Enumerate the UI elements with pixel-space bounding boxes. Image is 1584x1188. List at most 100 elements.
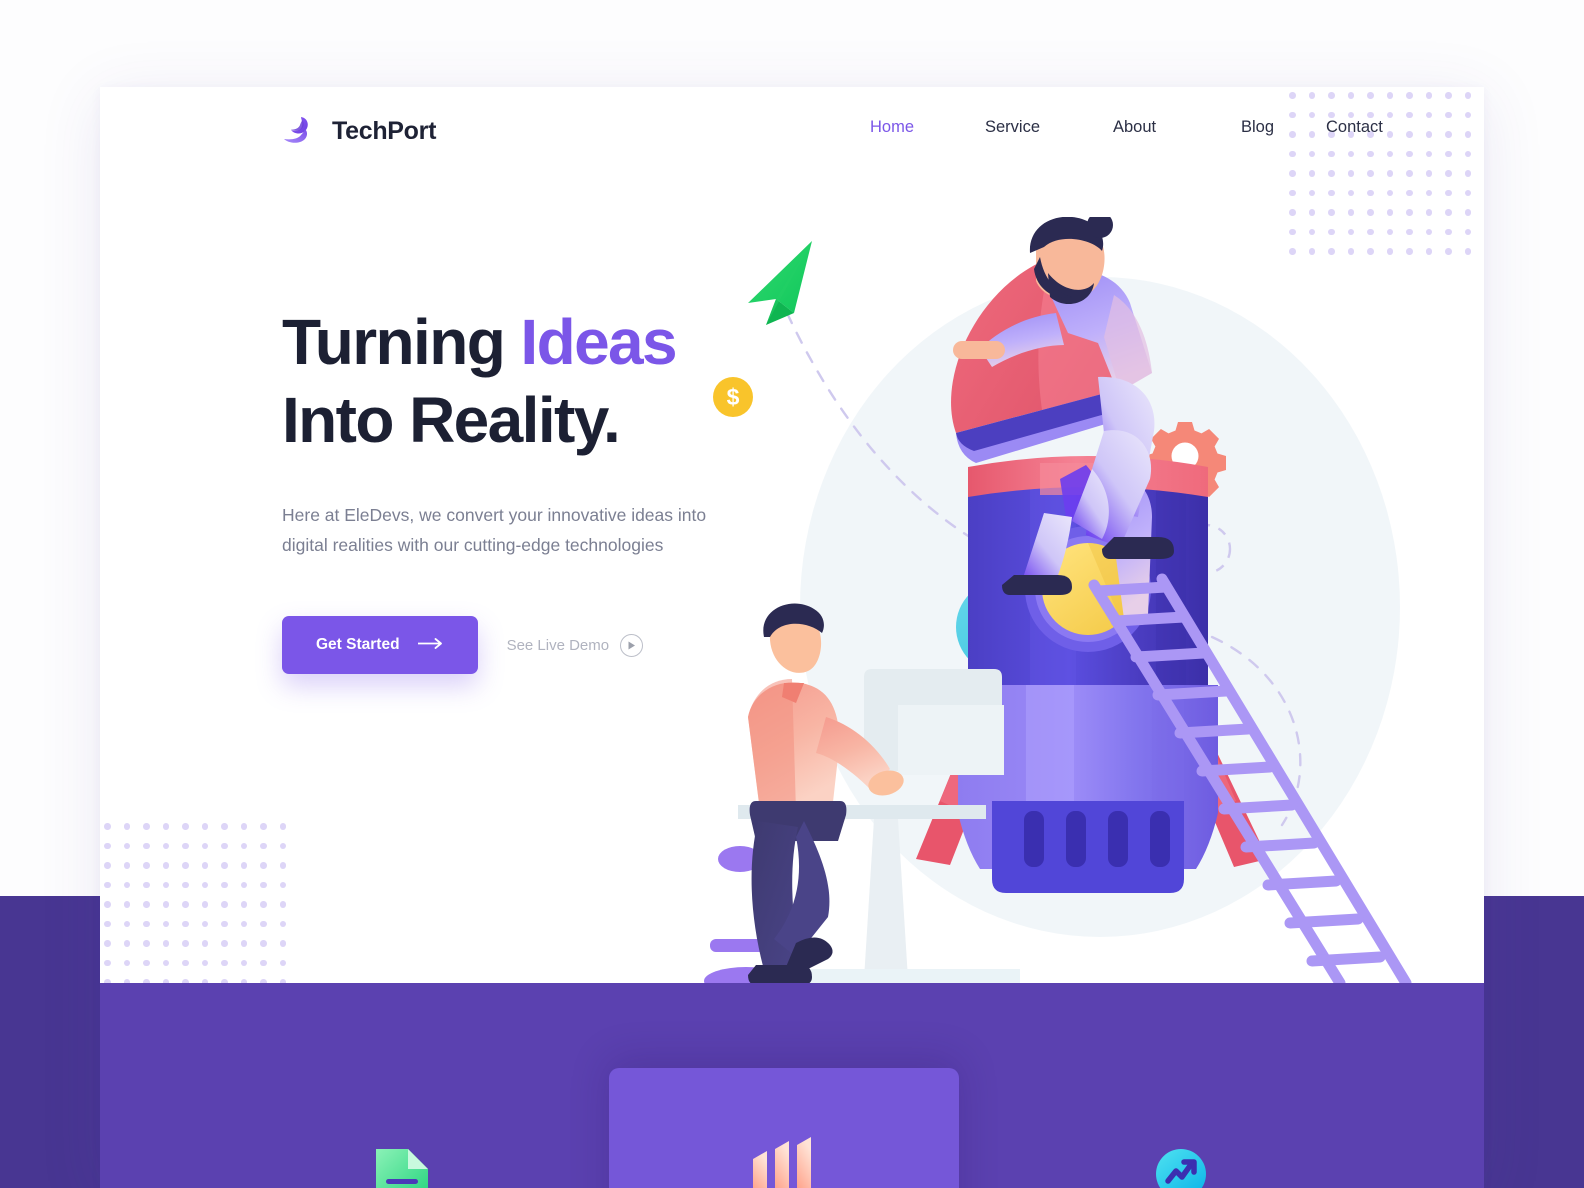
decorative-dot: [123, 959, 130, 966]
decorative-dot: [104, 862, 111, 869]
dollar-coin-icon: $: [713, 377, 753, 417]
decorative-dot: [240, 823, 247, 830]
decorative-dot: [279, 940, 286, 947]
decorative-dot: [1464, 189, 1471, 196]
decorative-dot: [104, 881, 111, 888]
decorative-dot: [123, 862, 130, 869]
decorative-dot: [240, 920, 247, 927]
document-lines-icon: [376, 1137, 428, 1188]
decorative-dot: [123, 842, 130, 849]
decorative-dot: [182, 881, 189, 888]
decorative-dot: [260, 862, 267, 869]
bar-chart-icon: [753, 1121, 815, 1188]
get-started-button[interactable]: Get Started: [282, 616, 478, 674]
decorative-dot: [182, 959, 189, 966]
decorative-dot: [143, 920, 150, 927]
decorative-dot: [221, 823, 228, 830]
decorative-dot: [279, 823, 286, 830]
decorative-dot: [143, 940, 150, 947]
see-live-demo-button[interactable]: See Live Demo: [506, 633, 644, 657]
decorative-dot: [201, 823, 208, 830]
decorative-dot: [221, 881, 228, 888]
decorative-dot: [221, 959, 228, 966]
decorative-dot: [240, 901, 247, 908]
decorative-dot: [201, 842, 208, 849]
decorative-dot: [260, 881, 267, 888]
decorative-dot: [260, 823, 267, 830]
decorative-dot: [260, 901, 267, 908]
decorative-dot: [104, 940, 111, 947]
nav-item-home[interactable]: Home: [870, 118, 914, 137]
decorative-dot: [143, 901, 150, 908]
subcopy-line1: Here at EleDevs, we convert your innovat…: [282, 505, 707, 525]
decorative-dot: [143, 959, 150, 966]
nav-item-about[interactable]: About: [1113, 118, 1156, 137]
decorative-dot: [1386, 189, 1393, 196]
decorative-dot: [221, 920, 228, 927]
headline-line1-plain: Turning: [282, 306, 521, 378]
search-trend-icon: [1156, 1137, 1214, 1188]
service-card-web-development[interactable]: Web Development: [257, 1137, 547, 1188]
nav-item-contact[interactable]: Contact: [1326, 118, 1383, 137]
decorative-dot: [221, 862, 228, 869]
decorative-dot: [162, 920, 169, 927]
decorative-dot: [1445, 209, 1452, 216]
decorative-dot: [162, 842, 169, 849]
headline-line2: Into Reality.: [282, 384, 621, 456]
page-title: Turning Ideas Into Reality.: [282, 303, 752, 459]
decorative-dot: [123, 823, 130, 830]
decorative-dot: [104, 842, 111, 849]
decorative-dot: [104, 959, 111, 966]
decorative-dot: [201, 901, 208, 908]
arrow-right-icon: [416, 636, 444, 654]
subcopy-line2: digital realities with our cutting-edge …: [282, 535, 664, 555]
hero-subcopy: Here at EleDevs, we convert your innovat…: [282, 500, 714, 560]
decorative-dot: [182, 901, 189, 908]
decorative-dot: [260, 842, 267, 849]
decorative-dot: [201, 940, 208, 947]
decorative-dot: [1328, 209, 1335, 216]
decorative-dot: [182, 920, 189, 927]
decorative-dot: [1347, 209, 1354, 216]
decorative-dot: [162, 901, 169, 908]
rocket-launch-illustration: $: [700, 217, 1484, 983]
service-card-market-analysis[interactable]: Market Analysis: [1040, 1137, 1330, 1188]
decorative-dot: [123, 920, 130, 927]
services-cards: Web Development SEO Optimization: [100, 983, 1484, 1188]
svg-text:$: $: [727, 384, 740, 410]
get-started-label: Get Started: [316, 636, 400, 653]
decorative-dot: [1308, 209, 1315, 216]
decorative-dot: [104, 920, 111, 927]
decorative-dot: [1289, 189, 1296, 196]
decorative-dot: [162, 862, 169, 869]
decorative-dot: [123, 901, 130, 908]
decorative-dot: [279, 959, 286, 966]
decorative-dot: [1328, 189, 1335, 196]
decorative-dot-grid-bottom-left: [104, 823, 299, 999]
brand-logo[interactable]: TechPort: [281, 112, 436, 150]
decorative-dot: [279, 842, 286, 849]
nav-item-service[interactable]: Service: [985, 118, 1040, 137]
decorative-dot: [279, 901, 286, 908]
decorative-dot: [240, 881, 247, 888]
nav-item-blog[interactable]: Blog: [1241, 118, 1274, 137]
hero-section: Turning Ideas Into Reality. Here at EleD…: [282, 303, 752, 674]
decorative-dot: [162, 940, 169, 947]
decorative-dot: [143, 881, 150, 888]
decorative-dot: [1347, 189, 1354, 196]
decorative-dot: [201, 920, 208, 927]
decorative-dot: [240, 940, 247, 947]
see-live-demo-label: See Live Demo: [506, 636, 610, 654]
decorative-dot: [201, 959, 208, 966]
decorative-dot: [201, 881, 208, 888]
decorative-dot: [240, 842, 247, 849]
service-card-seo-optimization[interactable]: SEO Optimization: [639, 1121, 929, 1188]
decorative-dot: [1367, 189, 1374, 196]
decorative-dot: [104, 823, 111, 830]
decorative-dot: [221, 940, 228, 947]
main-navigation: Home Service About Blog Contact: [740, 87, 1383, 182]
decorative-dot: [221, 842, 228, 849]
decorative-dot: [279, 881, 286, 888]
website-canvas: TechPort Home Service About Blog Contact…: [100, 87, 1484, 1188]
decorative-dot: [162, 823, 169, 830]
